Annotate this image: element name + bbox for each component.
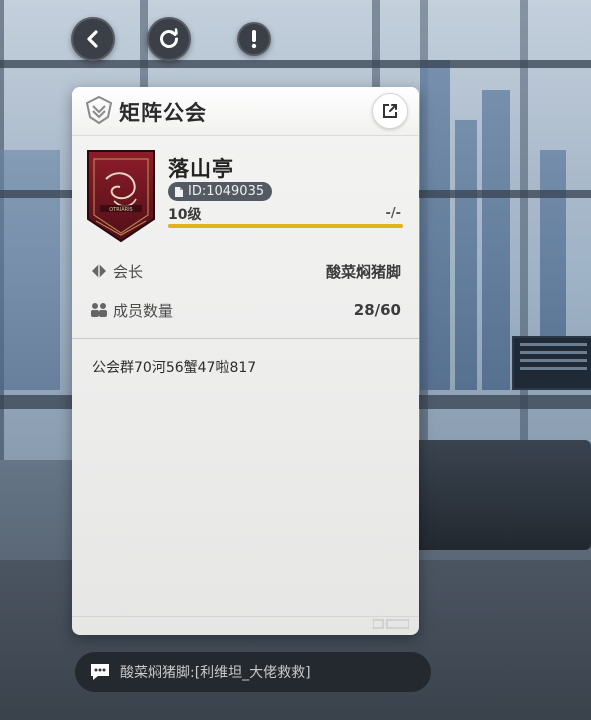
page-title: 矩阵公会 <box>119 101 207 125</box>
share-icon <box>381 102 399 120</box>
guild-card: 矩阵公会 OTRIARIS 落山亭 ID:1049035 10级 -/- 会长 … <box>72 87 419 635</box>
guild-id-badge[interactable]: ID:1049035 <box>168 182 273 201</box>
members-row: 成员数量 28/60 <box>90 298 401 322</box>
back-button[interactable] <box>71 17 115 61</box>
info-button[interactable] <box>237 22 271 56</box>
back-arrow-icon <box>83 29 103 49</box>
members-count: 28/60 <box>353 301 401 319</box>
leader-icon <box>90 263 108 279</box>
guild-exp-text: -/- <box>385 206 401 221</box>
card-footer-divider <box>72 616 419 617</box>
card-header: 矩阵公会 <box>72 87 419 136</box>
share-button[interactable] <box>372 93 408 129</box>
leader-name[interactable]: 酸菜焖猪脚 <box>326 261 401 282</box>
game-screen: 矩阵公会 OTRIARIS 落山亭 ID:1049035 10级 -/- 会长 … <box>0 0 591 720</box>
emblem-caption: OTRIARIS <box>109 207 132 213</box>
guild-id-text: ID:1049035 <box>188 184 265 199</box>
refresh-button[interactable] <box>147 17 191 61</box>
guild-crest-icon <box>84 95 114 129</box>
exclamation-icon <box>250 29 258 49</box>
guild-exp-bar <box>168 224 403 228</box>
background-building <box>482 90 510 390</box>
chat-message: 酸菜焖猪脚:[利维坦_大佬救救] <box>120 665 311 681</box>
chat-bar[interactable]: 酸菜焖猪脚:[利维坦_大佬救救] <box>75 652 431 692</box>
guild-level: 10级 <box>168 207 202 223</box>
guild-name: 落山亭 <box>168 157 234 181</box>
members-label: 成员数量 <box>113 301 174 320</box>
copy-doc-icon <box>174 186 184 198</box>
members-icon <box>90 302 108 318</box>
background-building <box>0 150 60 390</box>
background-monitor <box>512 336 591 390</box>
background-building <box>420 60 450 390</box>
background-building <box>455 120 477 390</box>
guild-exp-fill <box>168 224 403 228</box>
footer-logo-icon <box>372 619 410 631</box>
chat-bubble-icon <box>89 663 111 681</box>
background-beam <box>0 60 591 68</box>
section-divider <box>72 338 419 339</box>
guild-emblem: OTRIARIS <box>86 149 156 243</box>
guild-notice: 公会群70河56蟹47啦817 <box>92 360 257 376</box>
refresh-icon <box>158 28 180 50</box>
leader-row: 会长 酸菜焖猪脚 <box>90 259 401 283</box>
leader-label: 会长 <box>113 262 144 281</box>
